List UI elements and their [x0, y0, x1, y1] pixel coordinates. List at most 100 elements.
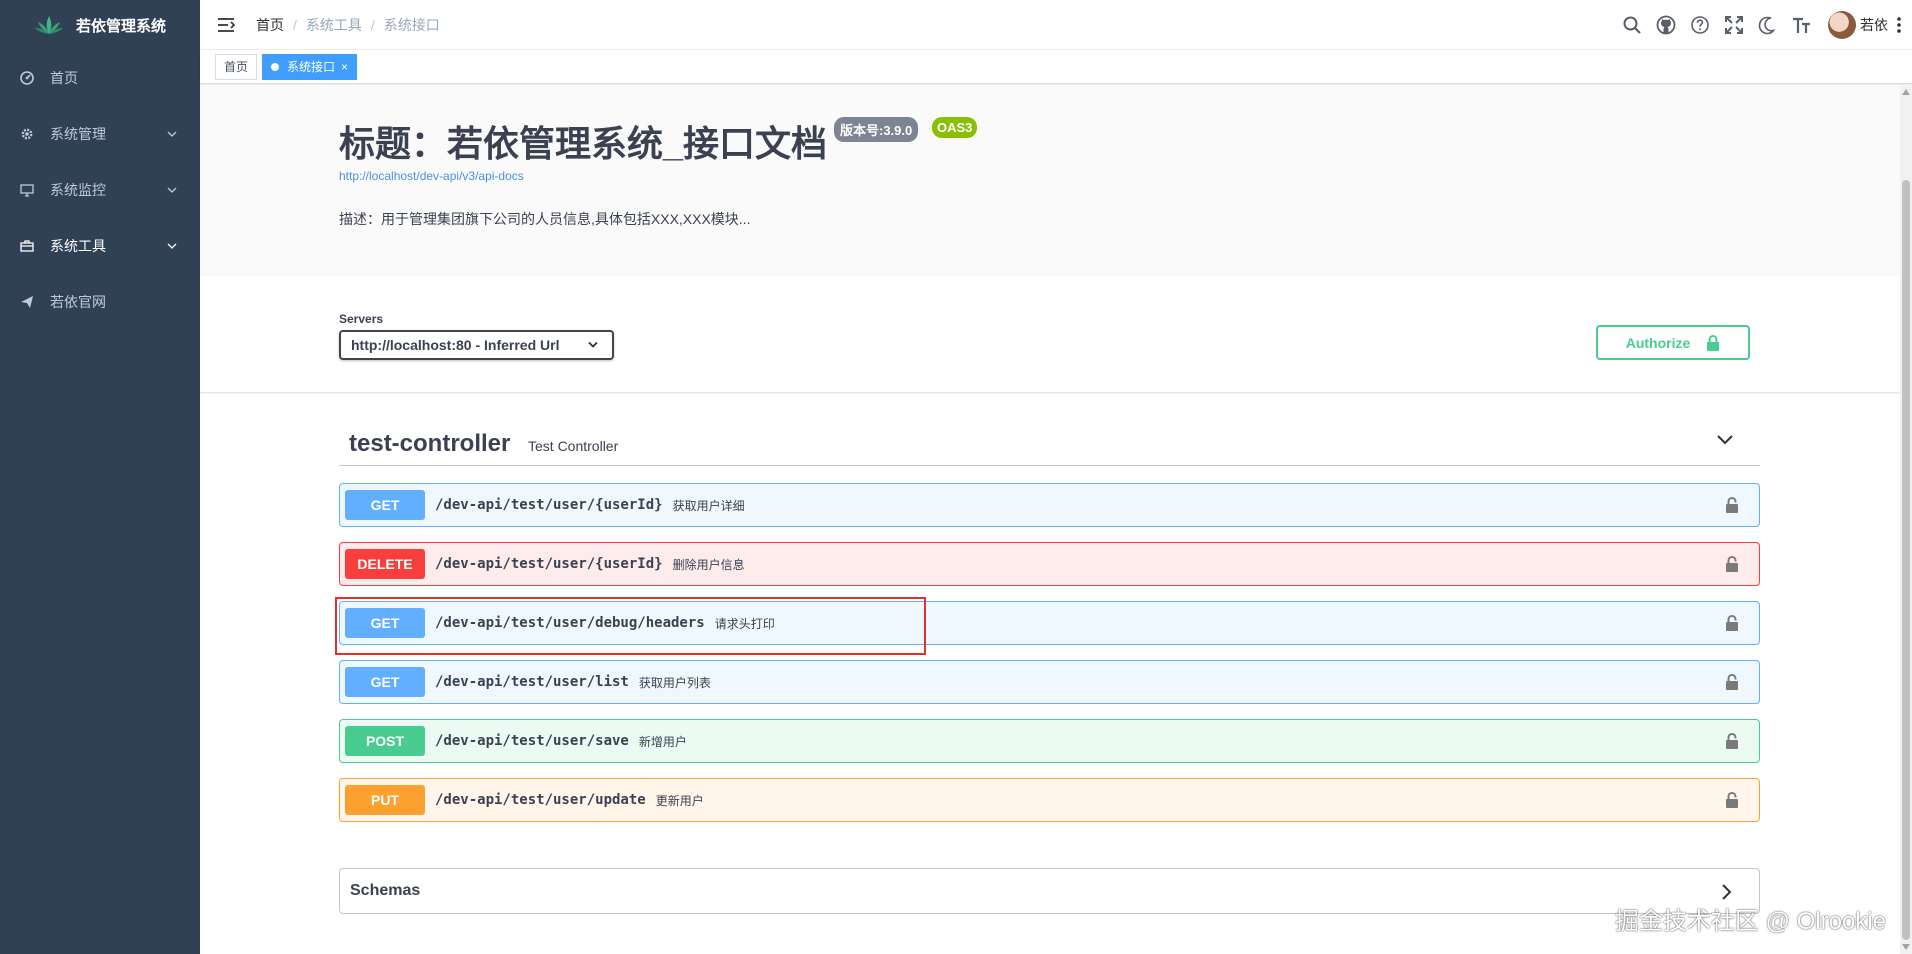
- operation-delete-user[interactable]: DELETE /dev-api/test/user/{userId} 删除用户信…: [339, 542, 1760, 586]
- moon-icon[interactable]: [1758, 15, 1778, 35]
- operation-path: /dev-api/test/user/{userId}: [435, 497, 663, 513]
- watermark: 掘金技术社区 @ Olrookie: [1614, 908, 1886, 935]
- operation-summary: 更新用户: [655, 793, 704, 808]
- chevron-down-icon: [167, 187, 177, 193]
- oas-badge: OAS3: [932, 117, 978, 138]
- controller-header[interactable]: test-controller Test Controller: [339, 420, 1760, 466]
- sidebar-item-system-tools[interactable]: 系统工具: [0, 218, 200, 274]
- tag-home[interactable]: 首页: [215, 53, 258, 80]
- tags-view: 首页 系统接口 ×: [200, 50, 1912, 84]
- scroll-up-arrow-icon[interactable]: [1902, 89, 1910, 95]
- schemas-section[interactable]: Schemas: [339, 868, 1760, 914]
- toolbox-icon: [20, 240, 34, 252]
- font-size-icon[interactable]: [1792, 15, 1812, 35]
- github-icon[interactable]: [1656, 15, 1676, 35]
- version-badge: 版本号:3.9.0: [834, 117, 919, 142]
- breadcrumb-separator: /: [293, 16, 297, 33]
- navbar-right-menu: 若依: [1614, 0, 1912, 50]
- operation-path: /dev-api/test/user/list: [435, 674, 629, 690]
- lock-icon: [1707, 334, 1720, 351]
- more-vertical-icon[interactable]: [1896, 16, 1902, 34]
- close-icon[interactable]: ×: [341, 55, 348, 79]
- method-badge: DELETE: [345, 549, 425, 579]
- tag-system-api[interactable]: 系统接口 ×: [262, 53, 358, 80]
- operation-get-user-by-id[interactable]: GET /dev-api/test/user/{userId} 获取用户详细: [339, 483, 1760, 527]
- operation-summary: 获取用户详细: [672, 498, 745, 513]
- sidebar-item-label: 系统工具: [50, 238, 106, 254]
- chevron-down-icon: [167, 131, 177, 137]
- lock-icon[interactable]: [1725, 674, 1739, 690]
- operation-post-save-user[interactable]: POST /dev-api/test/user/save 新增用户: [339, 719, 1760, 763]
- sidebar-item-label: 系统管理: [50, 126, 106, 142]
- chevron-down-icon: [1717, 435, 1733, 445]
- scroll-down-arrow-icon[interactable]: [1902, 944, 1910, 950]
- chevron-down-icon: [588, 341, 598, 348]
- help-icon[interactable]: [1690, 15, 1710, 35]
- sidebar-item-ruoyi-website[interactable]: 若依官网: [0, 274, 200, 330]
- servers-selected-value: http://localhost:80 - Inferred Url: [351, 337, 560, 353]
- highlight-annotation-box: [335, 597, 926, 655]
- breadcrumb-separator: /: [370, 16, 375, 33]
- send-icon: [21, 296, 33, 308]
- lock-icon[interactable]: [1725, 497, 1739, 513]
- operation-get-user-list[interactable]: GET /dev-api/test/user/list 获取用户列表: [339, 660, 1760, 704]
- app-title: 若依管理系统: [75, 17, 166, 35]
- schemas-label: Schemas: [350, 882, 421, 899]
- swagger-content: 标题：若依管理系统_接口文档 版本号:3.9.0 OAS3 http://loc…: [200, 85, 1912, 954]
- servers-label: Servers: [339, 312, 384, 326]
- breadcrumb-item-system-api: 系统接口: [383, 16, 440, 33]
- lock-icon[interactable]: [1725, 733, 1739, 749]
- breadcrumb-item-home[interactable]: 首页: [256, 15, 284, 35]
- sidebar-item-label: 系统监控: [50, 182, 106, 198]
- sidebar-item-home[interactable]: 首页: [0, 50, 200, 106]
- operation-path: /dev-api/test/user/update: [435, 792, 646, 808]
- operation-summary: 获取用户列表: [638, 675, 711, 690]
- chevron-right-icon: [1722, 884, 1732, 900]
- search-icon[interactable]: [1622, 15, 1642, 35]
- scrollbar-thumb[interactable]: [1902, 180, 1910, 940]
- operation-summary: 删除用户信息: [672, 557, 745, 572]
- sidebar-item-system-management[interactable]: 系统管理: [0, 106, 200, 162]
- servers-select[interactable]: http://localhost:80 - Inferred Url: [339, 330, 614, 360]
- avatar[interactable]: [1828, 11, 1856, 39]
- api-docs-link[interactable]: http://localhost/dev-api/v3/api-docs: [339, 169, 524, 183]
- page-title: 标题：若依管理系统_接口文档: [339, 123, 828, 164]
- controller-description: Test Controller: [528, 438, 619, 454]
- lock-icon[interactable]: [1725, 792, 1739, 808]
- top-navbar: 首页 / 系统工具 / 系统接口 若依: [200, 0, 1912, 50]
- lock-icon[interactable]: [1725, 615, 1739, 631]
- doc-description: 描述：用于管理集团旗下公司的人员信息,具体包括XXX,XXX模块...: [339, 211, 751, 227]
- sidebar-item-label: 首页: [50, 70, 78, 86]
- sidebar-item-system-monitor[interactable]: 系统监控: [0, 162, 200, 218]
- active-dot-icon: [271, 62, 280, 71]
- authorize-label: Authorize: [1625, 334, 1691, 351]
- method-badge: GET: [345, 490, 425, 520]
- monitor-icon: [20, 184, 34, 197]
- breadcrumb: 首页 / 系统工具 / 系统接口: [256, 15, 440, 35]
- dashboard-icon: [20, 71, 34, 85]
- user-name[interactable]: 若依: [1860, 15, 1888, 35]
- gear-icon: [21, 128, 33, 140]
- breadcrumb-item-system-tools: 系统工具: [305, 16, 362, 33]
- operation-put-update-user[interactable]: PUT /dev-api/test/user/update 更新用户: [339, 778, 1760, 822]
- hamburger-icon[interactable]: [216, 15, 236, 35]
- lock-icon[interactable]: [1725, 556, 1739, 572]
- method-badge: POST: [345, 726, 425, 756]
- sidebar: 若依管理系统 首页 系统管理 系统监控 系统工具 若依官网: [0, 0, 200, 954]
- method-badge: GET: [345, 667, 425, 697]
- tag-label: 首页: [224, 59, 249, 74]
- operation-path: /dev-api/test/user/{userId}: [435, 556, 663, 572]
- servers-section: Servers http://localhost:80 - Inferred U…: [200, 276, 1900, 392]
- chevron-down-icon: [167, 243, 177, 249]
- app-logo[interactable]: 若依管理系统: [0, 0, 200, 50]
- method-badge: PUT: [345, 785, 425, 815]
- fullscreen-icon[interactable]: [1724, 15, 1744, 35]
- authorize-button[interactable]: Authorize: [1596, 325, 1750, 360]
- logo-icon: [34, 16, 63, 34]
- operation-path: /dev-api/test/user/save: [435, 733, 629, 749]
- operation-summary: 新增用户: [638, 734, 687, 749]
- controller-name: test-controller: [349, 430, 511, 457]
- sidebar-item-label: 若依官网: [50, 294, 106, 310]
- tag-label: 系统接口: [287, 59, 336, 74]
- scrollbar[interactable]: [1900, 85, 1912, 954]
